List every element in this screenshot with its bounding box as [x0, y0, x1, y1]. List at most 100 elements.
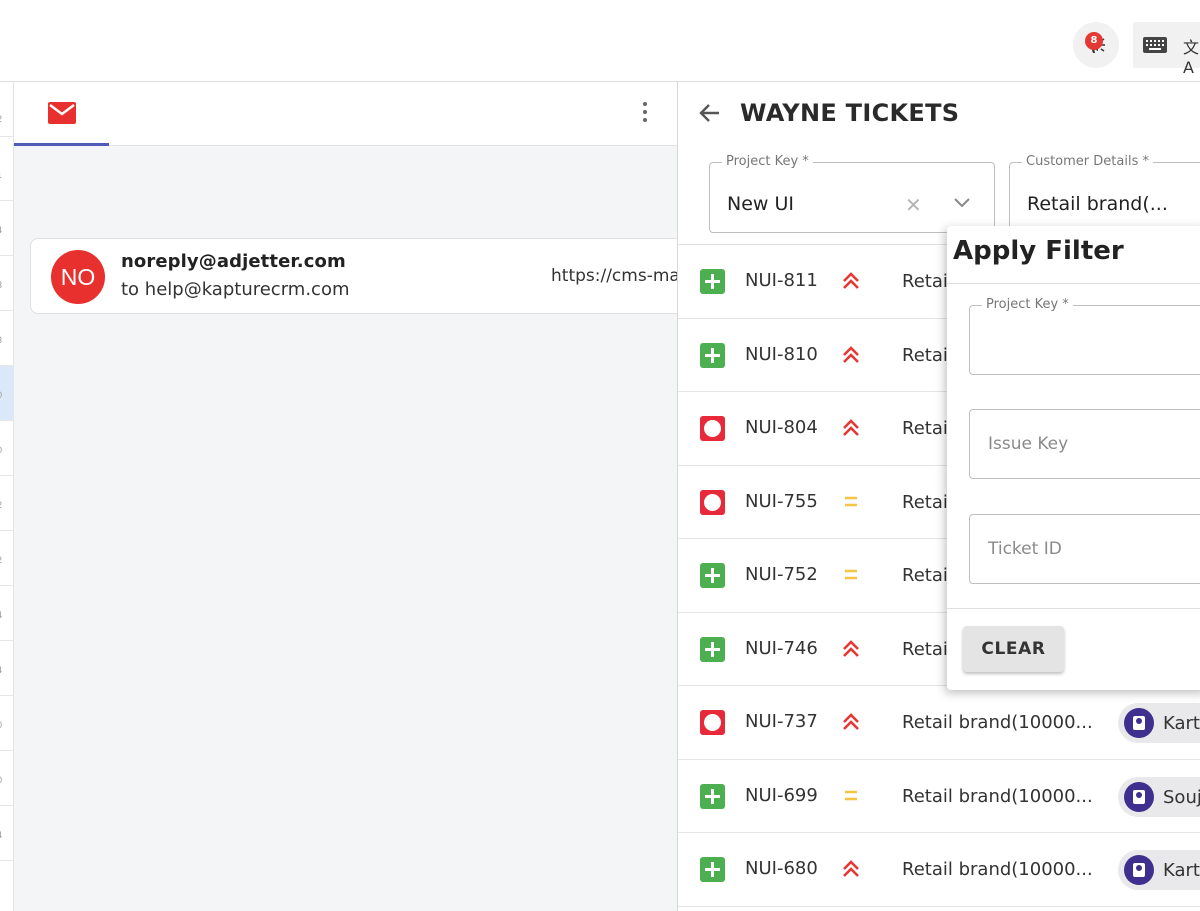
mail-header [14, 82, 677, 146]
apply-filter-popover: Apply Filter Project Key * Issue Key Tic… [947, 226, 1200, 690]
user-icon [1124, 708, 1154, 738]
back-arrow-icon[interactable] [698, 101, 722, 125]
strip-cell[interactable]: 2 [0, 531, 14, 586]
ticket-key[interactable]: NUI-699 [745, 785, 818, 806]
ticket-summary: Retail brand(10000... [902, 785, 1093, 807]
strip-number: 0 [0, 390, 2, 400]
ticket-id-input[interactable]: Ticket ID [969, 514, 1200, 584]
assignee-chip[interactable]: Souj [1118, 776, 1200, 817]
project-key-value: New UI [727, 193, 794, 215]
strip-number: 4 [0, 225, 2, 235]
more-options-icon[interactable] [640, 102, 650, 126]
mail-panel: NO noreply@adjetter.com to help@kapturec… [14, 82, 690, 911]
strip-number: 2 [0, 114, 2, 124]
mail-list-item[interactable]: NO noreply@adjetter.com to help@kapturec… [30, 238, 690, 314]
translate-icon[interactable]: 文A [1183, 34, 1200, 77]
ticket-key[interactable]: NUI-755 [745, 491, 818, 512]
customer-details-select[interactable]: Customer Details * Retail brand(... [1009, 154, 1200, 233]
ticket-key[interactable]: NUI-737 [745, 711, 818, 732]
issue-key-placeholder: Issue Key [988, 434, 1069, 454]
ticket-summary: Retail brand(10000... [902, 859, 1093, 880]
notifications-button[interactable]: 8 [1073, 22, 1119, 68]
strip-number: 0 [0, 445, 2, 455]
user-icon [1124, 855, 1154, 885]
strip-cell[interactable]: 3 [0, 256, 14, 311]
clear-button[interactable]: CLEAR [963, 626, 1064, 672]
filter-title: Apply Filter [953, 236, 1124, 266]
new-feature-icon [700, 636, 725, 662]
priority-medium-icon [845, 569, 857, 580]
notification-count-badge: 8 [1085, 32, 1103, 50]
ticket-row[interactable]: NUI-680 Retail brand(10000... Kartl [678, 833, 1200, 907]
bug-icon [700, 710, 725, 735]
input-tools[interactable]: 文A [1133, 22, 1200, 77]
strip-cell-active[interactable]: 0 [0, 366, 14, 421]
ticket-key[interactable]: NUI-680 [745, 858, 818, 879]
tab-mail[interactable] [14, 82, 109, 146]
assignee-name: Kartl [1163, 713, 1200, 734]
strip-number: 4 [0, 610, 2, 620]
keyboard-icon[interactable] [1143, 37, 1167, 53]
strip-number: 4 [0, 665, 2, 675]
ticket-key[interactable]: NUI-804 [745, 417, 818, 438]
strip-number: 3 [0, 280, 2, 290]
strip-cell[interactable]: 0 [0, 421, 14, 476]
issue-key-input[interactable]: Issue Key [969, 409, 1200, 479]
ticket-key[interactable]: NUI-811 [745, 270, 818, 291]
bug-icon [700, 416, 725, 441]
priority-high-icon [843, 860, 859, 877]
priority-high-icon [843, 639, 859, 657]
assignee-name: Kartl [1163, 860, 1200, 881]
avatar: NO [51, 250, 105, 304]
priority-medium-icon [845, 790, 857, 800]
strip-number: 0 [0, 775, 2, 785]
mail-sender: noreply@adjetter.com [121, 251, 346, 272]
ticket-key[interactable]: NUI-752 [745, 564, 818, 585]
filter-project-key-label: Project Key * [982, 297, 1073, 312]
strip-cell[interactable]: 4 [0, 806, 14, 861]
priority-high-icon [843, 272, 859, 289]
strip-cell[interactable]: 4 [0, 641, 14, 696]
left-date-strip: 2 1 4 3 3 0 0 2 2 4 4 0 0 4 [0, 82, 14, 911]
new-feature-icon [700, 783, 725, 809]
strip-cell[interactable]: 2 [0, 82, 14, 137]
ticket-row[interactable]: NUI-699 Retail brand(10000... Souj [678, 759, 1200, 833]
mail-preview-link[interactable]: https://cms-ma [551, 266, 680, 286]
strip-number: 3 [0, 335, 2, 345]
user-icon [1124, 781, 1154, 812]
wayne-header: WAYNE TICKETS Project Key * New UI ✕ Cus… [678, 82, 1200, 245]
top-bar: 8 文A [0, 0, 1200, 82]
strip-cell[interactable]: 4 [0, 586, 14, 641]
ticket-key[interactable]: NUI-810 [745, 344, 818, 365]
strip-cell[interactable]: 3 [0, 311, 14, 366]
ticket-id-placeholder: Ticket ID [988, 539, 1062, 559]
strip-number: 1 [0, 170, 2, 180]
project-key-label: Project Key * [722, 154, 813, 169]
priority-medium-icon [845, 496, 857, 506]
new-feature-icon [700, 857, 725, 882]
customer-details-label: Customer Details * [1022, 154, 1153, 169]
new-feature-icon [700, 342, 725, 368]
strip-cell[interactable]: 0 [0, 696, 14, 751]
strip-cell[interactable]: 1 [0, 146, 14, 201]
filter-project-key-field[interactable]: Project Key * [969, 297, 1200, 375]
priority-high-icon [843, 345, 859, 363]
strip-number: 4 [0, 830, 2, 840]
divider [947, 608, 1200, 609]
strip-cell[interactable]: 0 [0, 751, 14, 806]
strip-cell[interactable]: 2 [0, 476, 14, 531]
ticket-row[interactable]: NUI-737 Retail brand(10000... Kartl [678, 686, 1200, 760]
project-key-select[interactable]: Project Key * New UI ✕ [709, 154, 995, 233]
priority-high-icon [843, 419, 859, 436]
assignee-chip[interactable]: Kartl [1118, 850, 1200, 890]
new-feature-icon [700, 563, 725, 588]
chevron-down-icon[interactable] [953, 197, 971, 209]
ticket-key[interactable]: NUI-746 [745, 638, 818, 659]
assignee-chip[interactable]: Kartl [1118, 703, 1200, 743]
strip-cell[interactable]: 4 [0, 201, 14, 256]
priority-high-icon [843, 713, 859, 730]
strip-number: 2 [0, 500, 2, 510]
clear-selection-icon[interactable]: ✕ [905, 193, 922, 218]
page-title: WAYNE TICKETS [740, 99, 960, 127]
mail-recipient: to help@kapturecrm.com [121, 279, 350, 300]
